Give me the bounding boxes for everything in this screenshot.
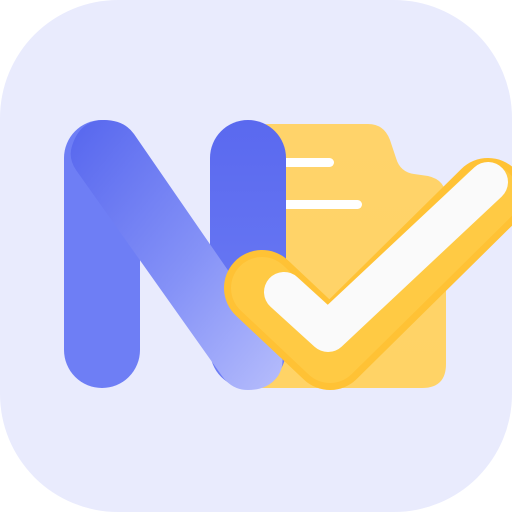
document-line-1 — [282, 158, 334, 167]
app-icon — [0, 0, 512, 512]
note-check-app-icon — [0, 0, 512, 512]
document-line-2 — [282, 200, 362, 209]
